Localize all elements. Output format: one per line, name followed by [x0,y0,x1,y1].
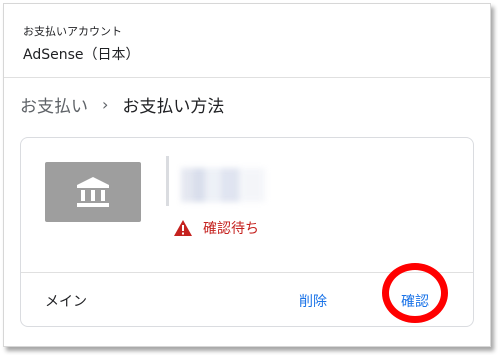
payment-methods-panel: お支払いアカウント AdSense（日本） お支払い › お支払い方法 確認待ち… [3,3,491,347]
status-text: 確認待ち [203,221,259,237]
breadcrumb: お支払い › お支払い方法 [20,92,224,117]
primary-label: メイン [45,294,87,310]
verify-button[interactable]: 確認 [401,291,429,311]
payment-method-card: 確認待ち メイン 削除 確認 [20,137,474,327]
account-name: AdSense（日本） [23,47,140,63]
card-divider [21,272,473,273]
bank-icon-glyph [77,177,109,207]
redacted-account-name [181,168,265,202]
delete-button[interactable]: 削除 [299,291,327,311]
account-accent-bar [166,156,169,206]
header-divider [4,77,490,78]
chevron-right-icon: › [102,95,109,114]
warning-icon [174,220,192,236]
account-label: お支払いアカウント [23,25,122,38]
breadcrumb-parent[interactable]: お支払い [20,92,88,117]
bank-icon [45,162,141,222]
page-title: お支払い方法 [122,97,225,117]
status-badge: 確認待ち [173,218,259,238]
